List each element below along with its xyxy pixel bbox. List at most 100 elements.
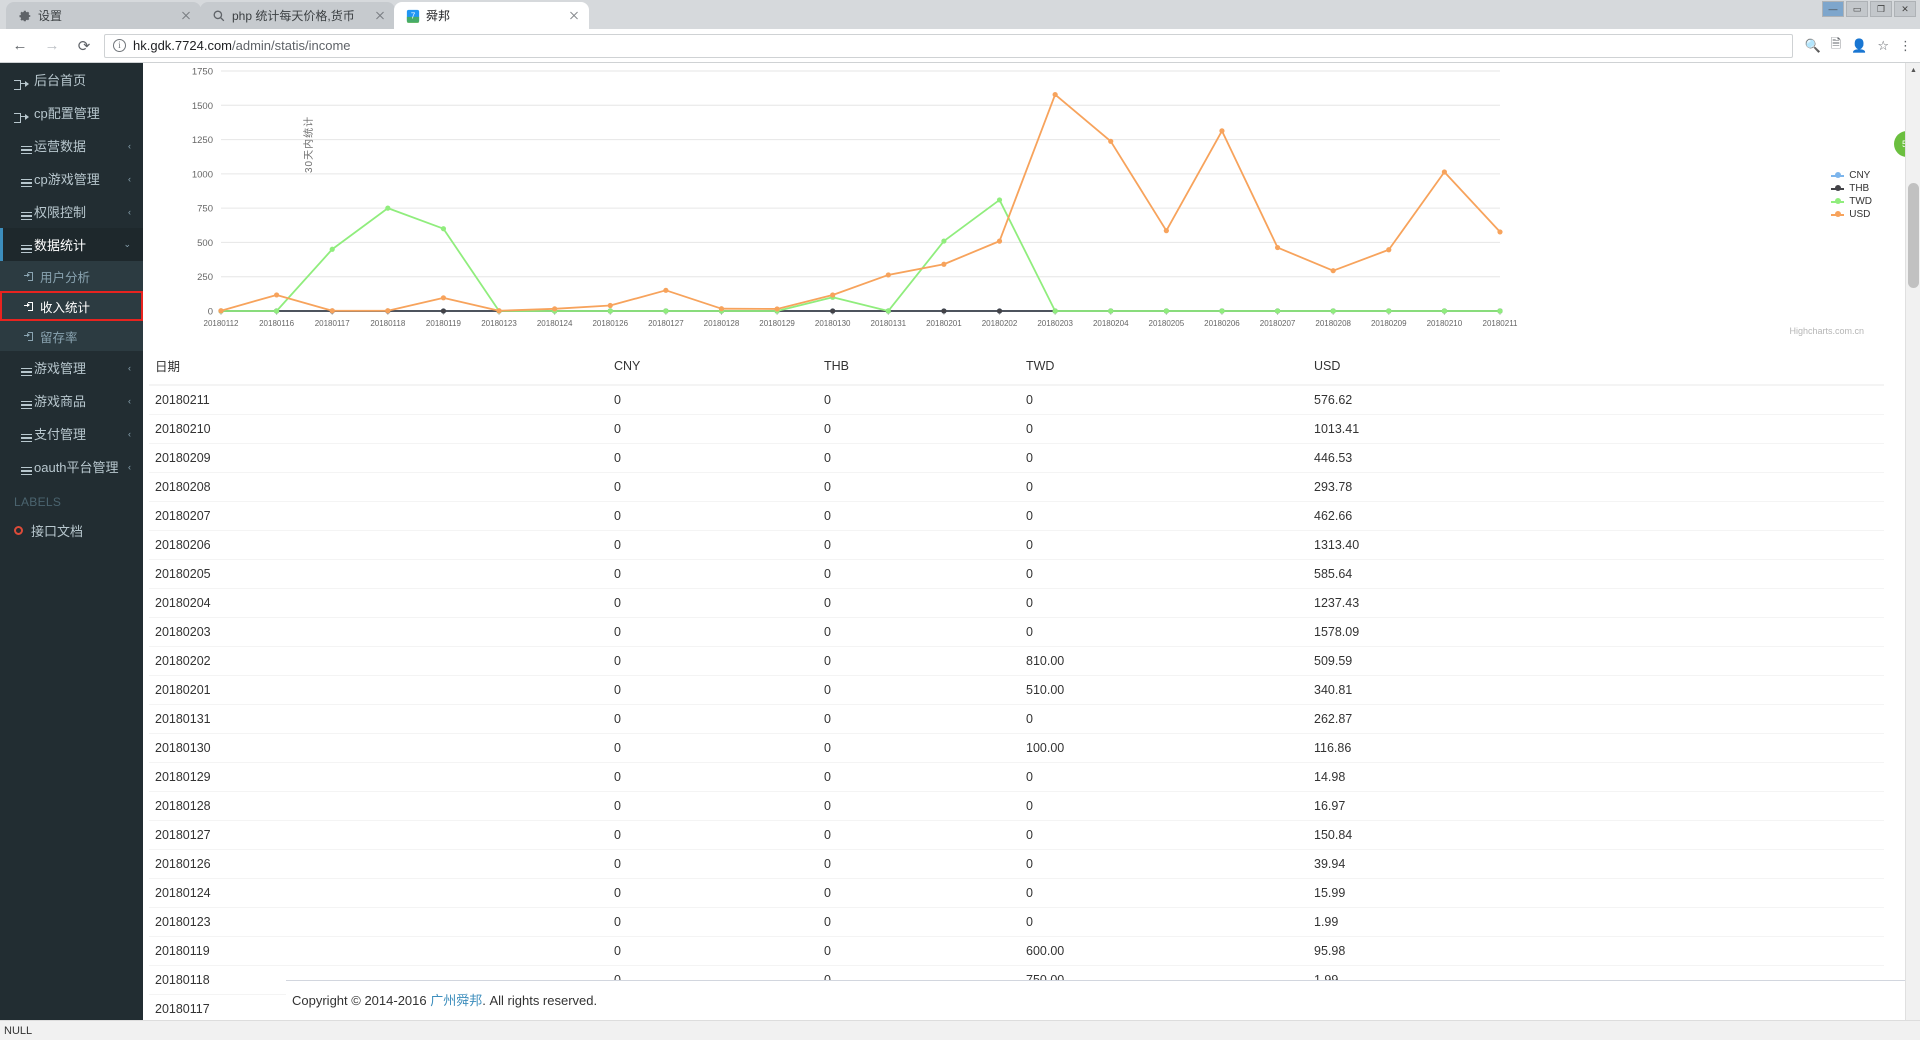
chart-point-usd: [1497, 229, 1503, 235]
copyright-prefix: Copyright © 2014-2016: [292, 993, 431, 1008]
chart-legend[interactable]: CNY THB TWD USD: [1831, 169, 1872, 221]
legend-item-usd[interactable]: USD: [1831, 208, 1872, 221]
table-row: 20180128 0 0 0 16.97: [149, 791, 1884, 821]
arrow-right-icon[interactable]: →: [40, 34, 64, 58]
window-maximize-button[interactable]: ▭: [1846, 1, 1868, 17]
sidebar-item-payment-manage[interactable]: 支付管理 ‹: [0, 417, 143, 450]
sidebar-item-operations-data[interactable]: 运营数据 ‹: [0, 129, 143, 162]
cell-twd: 0: [1026, 384, 1314, 415]
reload-icon[interactable]: ⟳: [72, 34, 96, 58]
legend-label: USD: [1849, 209, 1871, 220]
sidebar-item-api-docs[interactable]: 接口文档: [0, 515, 143, 545]
sidebar-item-label: oauth平台管理: [34, 460, 119, 475]
legend-item-cny[interactable]: CNY: [1831, 169, 1872, 182]
close-icon[interactable]: [373, 9, 387, 23]
chart-credit[interactable]: Highcharts.com.cn: [1789, 326, 1864, 336]
sidebar-item-data-statistics[interactable]: 数据统计 ⌄: [0, 228, 143, 261]
legend-label: THB: [1849, 183, 1870, 194]
sidebar-subitem-user-analysis[interactable]: 用户分析: [0, 261, 143, 291]
info-icon[interactable]: i: [113, 39, 126, 52]
translate-icon[interactable]: 🗎: [1831, 35, 1841, 57]
sidebar-item-permission-control[interactable]: 权限控制 ‹: [0, 195, 143, 228]
cell-twd: 0: [1026, 820, 1314, 850]
table-header-row: 日期 CNY THB TWD USD: [149, 348, 1884, 386]
sidebar-item-home[interactable]: 后台首页: [0, 63, 143, 96]
chart-point-usd: [996, 238, 1003, 244]
chart-point-usd: [663, 287, 669, 293]
legend-item-thb[interactable]: THB: [1831, 182, 1872, 195]
income-line-chart[interactable]: 30天内统计 0 250 500 750 1000 1250 1500 1750 2018011…: [143, 63, 1920, 348]
cell-cny: 0: [614, 733, 824, 763]
window-restore-button[interactable]: ❐: [1870, 1, 1892, 17]
tab-title: php 统计每天价格,货币: [232, 9, 355, 23]
vertical-scrollbar[interactable]: ▲ ▼: [1905, 63, 1920, 1040]
chart-point-usd: [385, 308, 391, 314]
sidebar-subitem-retention-rate[interactable]: 留存率: [0, 321, 143, 351]
income-table: 日期 CNY THB TWD USD 20180211 0 0 0 576.62 2018…: [149, 348, 1884, 1040]
signin-icon: [24, 301, 33, 311]
cell-date: 20180123: [149, 907, 614, 937]
chart-y-tick-label: 750: [197, 204, 213, 215]
sidebar-item-cp-game-manage[interactable]: cp游戏管理 ‹: [0, 162, 143, 195]
cell-thb: 0: [824, 791, 1026, 821]
close-icon[interactable]: [567, 9, 581, 23]
chart-y-tick-label: 1750: [192, 67, 213, 78]
sidebar: 后台首页 cp配置管理 运营数据 ‹ cp游戏管理 ‹ 权限控制 ‹ 数据统计 …: [0, 63, 143, 1040]
address-bar[interactable]: i hk.gdk.7724.com/admin/statis/income: [104, 33, 1793, 58]
window-close-button[interactable]: ✕: [1894, 1, 1916, 17]
cell-twd: 0: [1026, 501, 1314, 531]
cell-date: 20180203: [149, 617, 614, 647]
column-header-thb: THB: [824, 348, 1026, 386]
sidebar-item-label: cp游戏管理: [34, 172, 100, 187]
column-header-date: 日期: [149, 348, 614, 386]
table-row: 20180201 0 0 510.00 340.81: [149, 675, 1884, 705]
chart-series-line-usd: [220, 93, 1501, 312]
sidebar-item-game-manage[interactable]: 游戏管理 ‹: [0, 351, 143, 384]
scrollbar-thumb[interactable]: [1908, 183, 1919, 288]
star-icon[interactable]: ☆: [1877, 38, 1889, 54]
sidebar-item-oauth-platform-manage[interactable]: oauth平台管理 ‹: [0, 450, 143, 483]
cell-usd: 446.53: [1314, 443, 1884, 473]
zoom-icon[interactable]: 🔍: [1805, 38, 1821, 54]
sidebar-submenu-data-statistics: 用户分析 收入统计 留存率: [0, 261, 143, 351]
company-link[interactable]: 广州舜邦: [430, 993, 482, 1008]
cell-twd: 0: [1026, 849, 1314, 879]
arrow-left-icon[interactable]: ←: [8, 34, 32, 58]
close-icon[interactable]: [179, 9, 193, 23]
menu-icon[interactable]: ⋮: [1899, 38, 1912, 54]
cell-usd: 14.98: [1314, 762, 1884, 792]
sidebar-item-cp-config[interactable]: cp配置管理: [0, 96, 143, 129]
chart-x-tick-label: 20180126: [592, 319, 628, 328]
svg-text:7: 7: [411, 11, 415, 20]
cell-cny: 0: [614, 791, 824, 821]
cell-thb: 0: [824, 704, 1026, 734]
browser-tab-shunbang[interactable]: 7 舜邦: [394, 2, 589, 29]
cell-twd: 0: [1026, 588, 1314, 618]
app-icon: 7: [406, 9, 420, 23]
browser-tab-php-search[interactable]: php 统计每天价格,货币: [200, 2, 395, 29]
chart-point-twd: [1330, 308, 1336, 314]
cell-thb: 0: [824, 936, 1026, 966]
profile-icon[interactable]: 👤: [1851, 38, 1867, 54]
cell-cny: 0: [614, 588, 824, 618]
table-row: 20180123 0 0 0 1.99: [149, 907, 1884, 937]
table-row: 20180124 0 0 0 15.99: [149, 878, 1884, 908]
sidebar-subitem-income-statistics[interactable]: 收入统计: [0, 291, 143, 321]
browser-tab-settings[interactable]: 设置: [6, 2, 201, 29]
chart-point-usd: [552, 306, 558, 312]
chart-point-twd: [1108, 308, 1114, 314]
legend-item-twd[interactable]: TWD: [1831, 195, 1872, 208]
chart-x-tick-label: 20180130: [815, 319, 851, 328]
cell-cny: 0: [614, 936, 824, 966]
scroll-up-arrow-icon[interactable]: ▲: [1906, 63, 1920, 78]
cell-usd: 1013.41: [1314, 414, 1884, 444]
browser-tabstrip: 设置 php 统计每天价格,货币 7 舜邦 — ▭ ❐ ✕: [0, 0, 1920, 29]
cell-thb: 0: [824, 907, 1026, 937]
chart-x-tick-label: 20180123: [481, 319, 517, 328]
window-minimize-button[interactable]: —: [1822, 1, 1844, 17]
sidebar-item-game-products[interactable]: 游戏商品 ‹: [0, 384, 143, 417]
search-icon: [213, 10, 225, 21]
cell-twd: 810.00: [1026, 646, 1314, 676]
chart-x-tick-label: 20180208: [1315, 319, 1351, 328]
chart-x-tick-label: 20180206: [1204, 319, 1240, 328]
